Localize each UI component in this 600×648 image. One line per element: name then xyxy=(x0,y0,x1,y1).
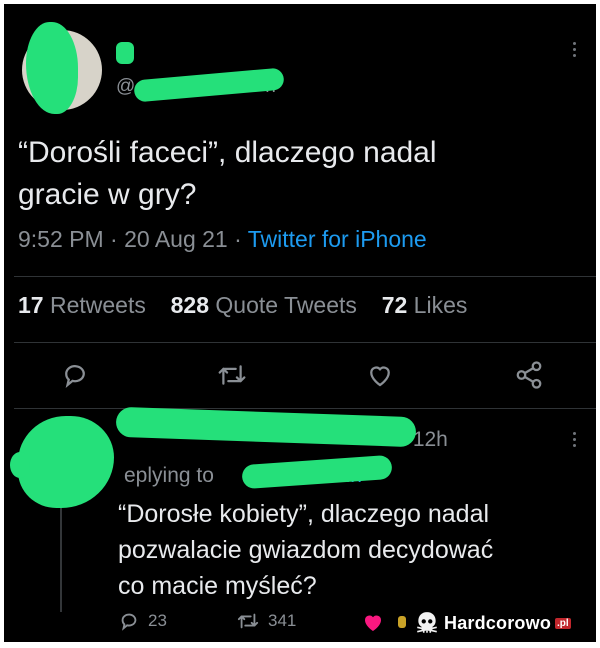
reply-reply-count: 23 xyxy=(148,611,167,630)
tweet-text: “Dorośli faceci”, dlaczego nadal gracie … xyxy=(18,132,437,216)
tweet-screenshot: @n “Dorośli faceci”, dlaczego nadal grac… xyxy=(4,4,596,642)
tweet-time: 9:52 PM xyxy=(18,226,104,252)
reply-icon xyxy=(118,610,140,632)
retweet-icon[interactable] xyxy=(216,360,248,390)
handle-prefix: @ xyxy=(116,76,136,97)
tweet-text-line: “Dorośli faceci”, dlaczego nadal xyxy=(18,136,437,169)
divider xyxy=(14,276,596,277)
retweet-icon xyxy=(236,610,260,632)
skull-icon xyxy=(414,610,440,636)
divider xyxy=(14,342,596,343)
censor-avatar-blob xyxy=(26,22,78,114)
watermark-tld: .pl xyxy=(555,617,571,629)
retweets-label: Retweets xyxy=(49,292,146,318)
tweet-text-line: gracie w gry? xyxy=(18,178,197,211)
heart-filled-icon xyxy=(360,610,386,634)
quotes-label: Quote Tweets xyxy=(215,292,357,318)
reply-reply-button[interactable]: 23 xyxy=(118,610,167,632)
meta-separator: · xyxy=(110,226,125,252)
reply-more-options-icon[interactable] xyxy=(573,432,576,447)
replying-prefix: eplying to xyxy=(124,464,214,487)
like-icon[interactable] xyxy=(364,360,396,390)
likes-stat[interactable]: 72 Likes xyxy=(382,292,468,318)
meta-separator: · xyxy=(234,226,248,252)
retweets-stat[interactable]: 17 Retweets xyxy=(18,292,146,318)
tweet-client-link[interactable]: Twitter for iPhone xyxy=(248,226,427,252)
reply-text-line: “Dorosłe kobiety”, dlaczego nadal xyxy=(118,500,490,528)
divider xyxy=(14,408,596,409)
censor-reply-avatar-drip xyxy=(10,452,30,478)
censor-reply-avatar xyxy=(18,416,114,508)
reply-like-button[interactable] xyxy=(360,610,386,634)
quotes-count: 828 xyxy=(170,292,210,318)
retweets-count: 17 xyxy=(18,292,44,318)
share-icon[interactable] xyxy=(514,360,544,390)
reply-icon[interactable] xyxy=(60,360,90,390)
reply-text-line: co macie myśleć? xyxy=(118,572,317,600)
reply-text: “Dorosłe kobiety”, dlaczego nadal pozwal… xyxy=(118,496,493,604)
likes-label: Likes xyxy=(413,292,468,318)
tweet-meta: 9:52 PM · 20 Aug 21 · Twitter for iPhone xyxy=(18,226,427,253)
tweet-stats: 17 Retweets 828 Quote Tweets 72 Likes xyxy=(18,292,467,319)
censor-display-name xyxy=(116,42,134,64)
tweet-date: 20 Aug 21 xyxy=(124,226,228,252)
quotes-stat[interactable]: 828 Quote Tweets xyxy=(171,292,357,318)
more-options-icon[interactable] xyxy=(573,42,576,57)
censor-like-count xyxy=(398,616,406,628)
watermark: Hardcorowo .pl xyxy=(410,608,575,638)
reply-text-line: pozwalacie gwiazdom decydować xyxy=(118,536,494,564)
reply-retweet-count: 341 xyxy=(268,611,297,630)
reply-retweet-button[interactable]: 341 xyxy=(236,610,296,632)
watermark-brand: Hardcorowo xyxy=(444,612,552,633)
likes-count: 72 xyxy=(381,292,408,318)
